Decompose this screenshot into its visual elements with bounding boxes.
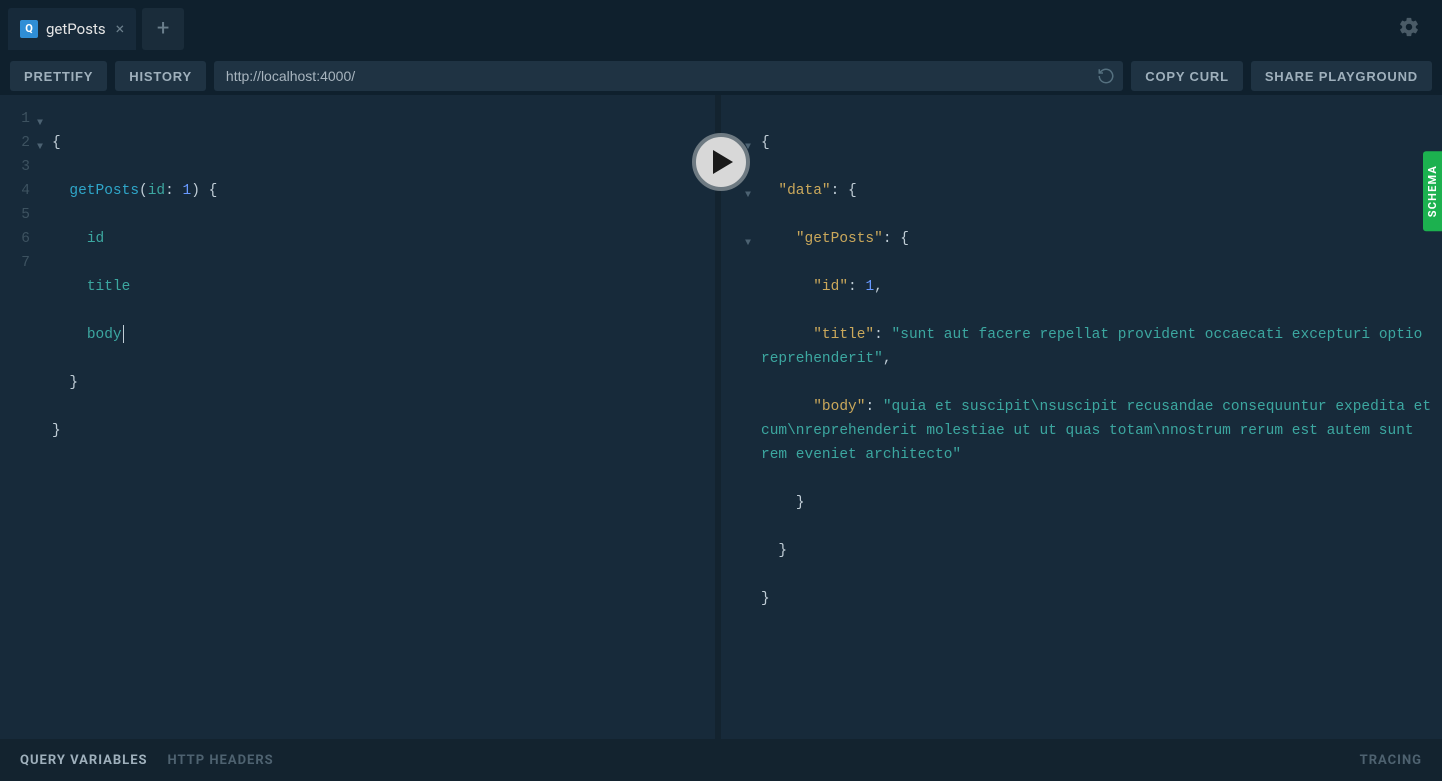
schema-tab[interactable]: SCHEMA	[1423, 151, 1442, 231]
tab-label: getPosts	[46, 20, 106, 38]
execute-button[interactable]	[692, 133, 750, 191]
close-icon[interactable]: ×	[116, 19, 125, 38]
code-content[interactable]: { getPosts(id: 1) { id title body } }	[34, 107, 217, 491]
query-variables-tab[interactable]: QUERY VARIABLES	[20, 753, 148, 768]
footer-bar: QUERY VARIABLES HTTP HEADERS TRACING	[0, 739, 1442, 781]
tracing-tab[interactable]: TRACING	[1360, 753, 1422, 768]
response-pane: ▼{ ▼ "data": { ▼ "getPosts": { "id": 1, …	[721, 95, 1442, 739]
tab-getposts[interactable]: Q getPosts ×	[8, 8, 136, 50]
text-cursor	[123, 325, 124, 343]
plus-icon: +	[157, 16, 169, 41]
fold-icon[interactable]: ▼	[37, 136, 43, 160]
play-icon	[713, 150, 733, 174]
http-headers-tab[interactable]: HTTP HEADERS	[168, 753, 274, 768]
fold-icon[interactable]: ▼	[745, 184, 751, 208]
tab-type-badge: Q	[20, 20, 38, 38]
query-editor-pane: 1▼ 2▼ 3 4 5 6 7 { getPosts(id: 1) { id t…	[0, 95, 721, 739]
tab-bar: Q getPosts × +	[0, 0, 1442, 57]
fold-icon[interactable]: ▼	[745, 232, 751, 256]
prettify-button[interactable]: PRETTIFY	[10, 61, 107, 91]
share-playground-button[interactable]: SHARE PLAYGROUND	[1251, 61, 1432, 91]
fold-icon[interactable]: ▼	[37, 112, 43, 136]
history-button[interactable]: HISTORY	[115, 61, 206, 91]
url-bar	[214, 61, 1123, 91]
settings-button[interactable]	[1384, 16, 1434, 42]
main-split: 1▼ 2▼ 3 4 5 6 7 { getPosts(id: 1) { id t…	[0, 95, 1442, 739]
response-viewer[interactable]: ▼{ ▼ "data": { ▼ "getPosts": { "id": 1, …	[721, 95, 1442, 669]
gear-icon	[1398, 16, 1420, 38]
copy-curl-button[interactable]: COPY CURL	[1131, 61, 1243, 91]
reload-button[interactable]	[1097, 67, 1115, 85]
toolbar: PRETTIFY HISTORY COPY CURL SHARE PLAYGRO…	[0, 57, 1442, 95]
new-tab-button[interactable]: +	[142, 8, 184, 50]
query-editor[interactable]: 1▼ 2▼ 3 4 5 6 7 { getPosts(id: 1) { id t…	[0, 95, 715, 491]
endpoint-input[interactable]	[226, 68, 1097, 84]
reload-icon	[1097, 67, 1115, 85]
line-gutter: 1▼ 2▼ 3 4 5 6 7	[4, 107, 34, 491]
